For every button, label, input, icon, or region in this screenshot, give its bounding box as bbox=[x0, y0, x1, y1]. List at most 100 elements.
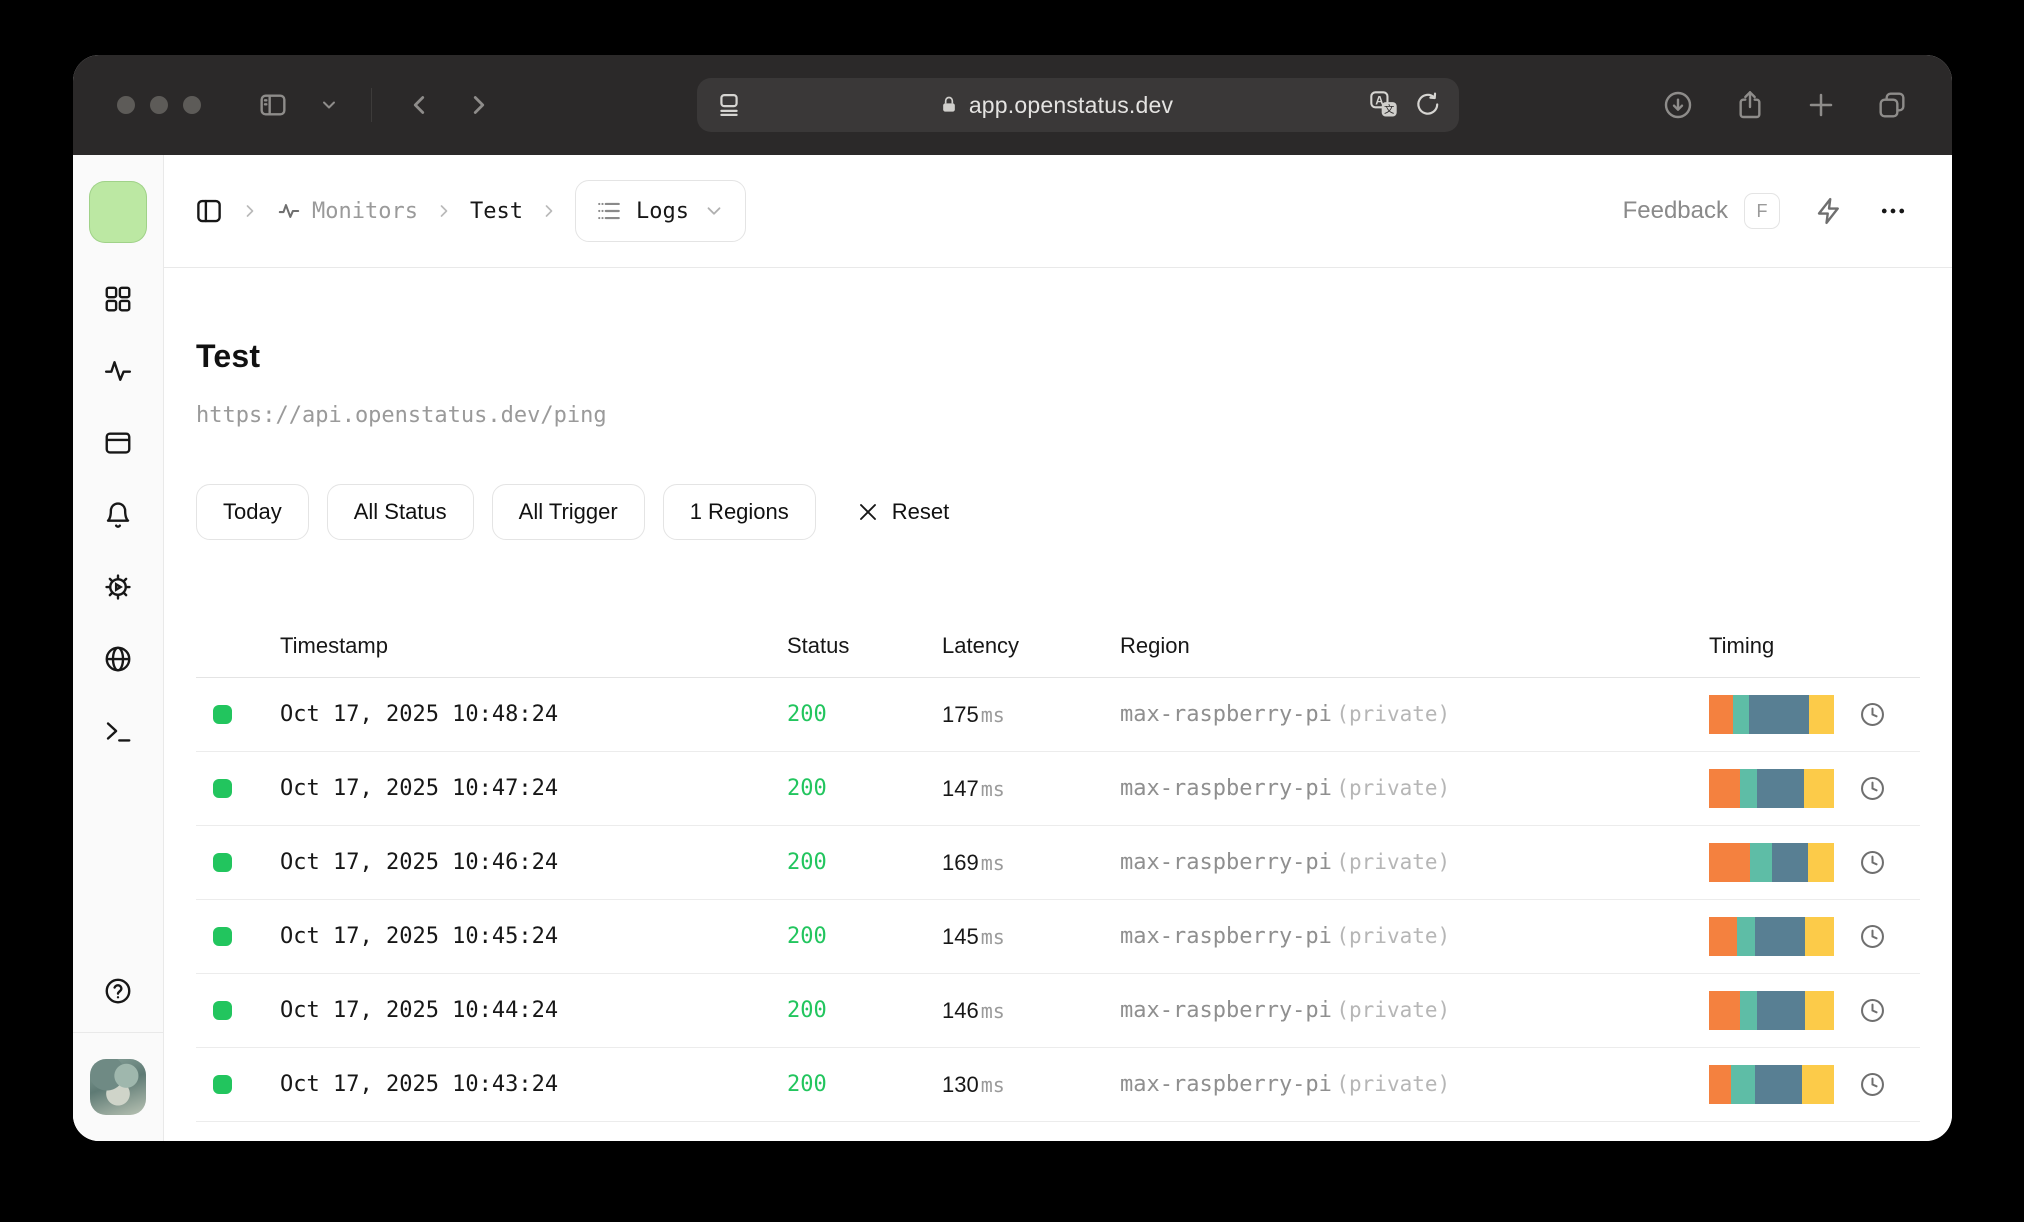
log-rows: Oct 17, 2025 10:48:24 200 175 ms max-raspber… bbox=[196, 678, 1920, 1122]
clock-icon[interactable] bbox=[1859, 997, 1886, 1024]
log-timing bbox=[1709, 1065, 1920, 1104]
timing-segment bbox=[1808, 843, 1834, 882]
browser-window: app.openstatus.dev A文 Monitors Test Logs… bbox=[73, 55, 1952, 1141]
page-menu-icon[interactable] bbox=[715, 91, 743, 119]
filter-date-button[interactable]: Today bbox=[196, 484, 309, 540]
minimize-window-button[interactable] bbox=[150, 96, 168, 114]
tab-group-chevron-icon[interactable] bbox=[319, 95, 339, 115]
command-menu-icon[interactable] bbox=[1814, 196, 1844, 226]
timing-bar[interactable] bbox=[1709, 769, 1834, 808]
timing-bar[interactable] bbox=[1709, 1065, 1834, 1104]
log-row[interactable]: Oct 17, 2025 10:43:24 200 130 ms max-raspber… bbox=[196, 1048, 1920, 1122]
close-icon bbox=[859, 504, 876, 520]
zoom-window-button[interactable] bbox=[183, 96, 201, 114]
timing-segment bbox=[1804, 991, 1834, 1030]
clock-icon[interactable] bbox=[1859, 923, 1886, 950]
log-status-code: 200 bbox=[787, 1072, 827, 1097]
log-row[interactable]: Oct 17, 2025 10:48:24 200 175 ms max-raspber… bbox=[196, 678, 1920, 752]
clock-icon[interactable] bbox=[1859, 775, 1886, 802]
log-row[interactable]: Oct 17, 2025 10:45:24 200 145 ms max-raspber… bbox=[196, 900, 1920, 974]
col-timestamp: Timestamp bbox=[280, 632, 388, 658]
filter-trigger-button[interactable]: All Trigger bbox=[491, 484, 645, 540]
log-timestamp: Oct 17, 2025 10:48:24 bbox=[280, 702, 559, 727]
feedback-label: Feedback bbox=[1622, 197, 1728, 224]
timing-segment bbox=[1808, 695, 1834, 734]
log-timing bbox=[1709, 695, 1920, 734]
terminal-icon[interactable] bbox=[103, 716, 133, 746]
help-icon[interactable] bbox=[103, 976, 133, 1006]
more-options-icon[interactable] bbox=[1878, 196, 1908, 226]
close-window-button[interactable] bbox=[117, 96, 135, 114]
app-sidebar bbox=[73, 155, 164, 1141]
back-icon[interactable] bbox=[404, 90, 434, 120]
feedback-button[interactable]: Feedback F bbox=[1623, 193, 1780, 229]
breadcrumb-chevron-icon bbox=[539, 201, 559, 221]
filter-status-button[interactable]: All Status bbox=[326, 484, 474, 540]
user-avatar[interactable] bbox=[90, 1059, 146, 1115]
breadcrumb-monitor-name[interactable]: Test bbox=[470, 199, 523, 224]
workspace-logo[interactable] bbox=[89, 180, 147, 243]
downloads-icon[interactable] bbox=[1662, 89, 1694, 121]
timing-segment bbox=[1709, 991, 1741, 1030]
log-region: max-raspberry-pi (private) bbox=[1120, 702, 1451, 727]
breadcrumb-monitors[interactable]: Monitors bbox=[276, 198, 418, 224]
col-timing: Timing bbox=[1709, 632, 1775, 658]
log-status-code: 200 bbox=[787, 776, 827, 801]
log-latency: 169 ms bbox=[942, 849, 1005, 875]
timing-segment bbox=[1709, 917, 1738, 956]
clock-icon[interactable] bbox=[1859, 701, 1886, 728]
new-tab-icon[interactable] bbox=[1806, 90, 1836, 120]
translate-icon[interactable]: A文 bbox=[1369, 90, 1399, 120]
status-indicator bbox=[213, 1075, 232, 1094]
logs-view-selector[interactable]: Logs bbox=[574, 180, 746, 242]
status-indicator bbox=[213, 1001, 232, 1020]
log-row[interactable]: Oct 17, 2025 10:44:24 200 146 ms max-raspber… bbox=[196, 974, 1920, 1048]
tab-overview-icon[interactable] bbox=[1876, 89, 1908, 121]
monitors-icon[interactable] bbox=[103, 356, 133, 386]
dashboard-icon[interactable] bbox=[103, 284, 133, 314]
status-indicator bbox=[213, 705, 232, 724]
log-latency: 147 ms bbox=[942, 775, 1005, 801]
sidebar-toggle-icon[interactable] bbox=[257, 89, 289, 121]
timing-bar[interactable] bbox=[1709, 843, 1834, 882]
timing-segment bbox=[1709, 1065, 1732, 1104]
reset-filters-button[interactable]: Reset bbox=[856, 499, 949, 525]
log-status-code: 200 bbox=[787, 850, 827, 875]
logs-table: Timestamp Status Latency Region Timing O… bbox=[196, 614, 1920, 1122]
panel-toggle-icon[interactable] bbox=[194, 196, 224, 226]
forward-icon[interactable] bbox=[464, 90, 494, 120]
settings-icon[interactable] bbox=[103, 572, 133, 602]
timing-bar[interactable] bbox=[1709, 917, 1834, 956]
timing-segment bbox=[1709, 769, 1741, 808]
globe-icon[interactable] bbox=[103, 644, 133, 674]
reload-icon[interactable] bbox=[1415, 92, 1441, 118]
timing-segment bbox=[1737, 917, 1756, 956]
log-latency: 130 ms bbox=[942, 1071, 1005, 1097]
logs-button-label: Logs bbox=[635, 198, 689, 224]
log-timestamp: Oct 17, 2025 10:44:24 bbox=[280, 998, 559, 1023]
notifications-icon[interactable] bbox=[103, 500, 133, 530]
col-status: Status bbox=[787, 632, 850, 658]
chevron-down-icon bbox=[707, 207, 721, 215]
timing-segment bbox=[1771, 843, 1809, 882]
status-indicator bbox=[213, 779, 232, 798]
log-region: max-raspberry-pi (private) bbox=[1120, 998, 1451, 1023]
log-timestamp: Oct 17, 2025 10:47:24 bbox=[280, 776, 559, 801]
breadcrumb: Monitors Test Logs bbox=[194, 180, 746, 242]
address-bar[interactable]: app.openstatus.dev A文 bbox=[697, 78, 1459, 132]
timing-segment bbox=[1740, 991, 1758, 1030]
log-row[interactable]: Oct 17, 2025 10:47:24 200 147 ms max-raspber… bbox=[196, 752, 1920, 826]
timing-segment bbox=[1803, 769, 1834, 808]
timing-bar[interactable] bbox=[1709, 695, 1834, 734]
log-row[interactable]: Oct 17, 2025 10:46:24 200 169 ms max-raspber… bbox=[196, 826, 1920, 900]
timing-bar[interactable] bbox=[1709, 991, 1834, 1030]
clock-icon[interactable] bbox=[1859, 849, 1886, 876]
timing-segment bbox=[1755, 917, 1805, 956]
filter-regions-button[interactable]: 1 Regions bbox=[662, 484, 816, 540]
status-pages-icon[interactable] bbox=[103, 428, 133, 458]
timing-segment bbox=[1757, 769, 1804, 808]
share-icon[interactable] bbox=[1734, 89, 1766, 121]
timing-segment bbox=[1757, 991, 1805, 1030]
app-header: Monitors Test Logs Feedback F bbox=[164, 155, 1952, 268]
clock-icon[interactable] bbox=[1859, 1071, 1886, 1098]
